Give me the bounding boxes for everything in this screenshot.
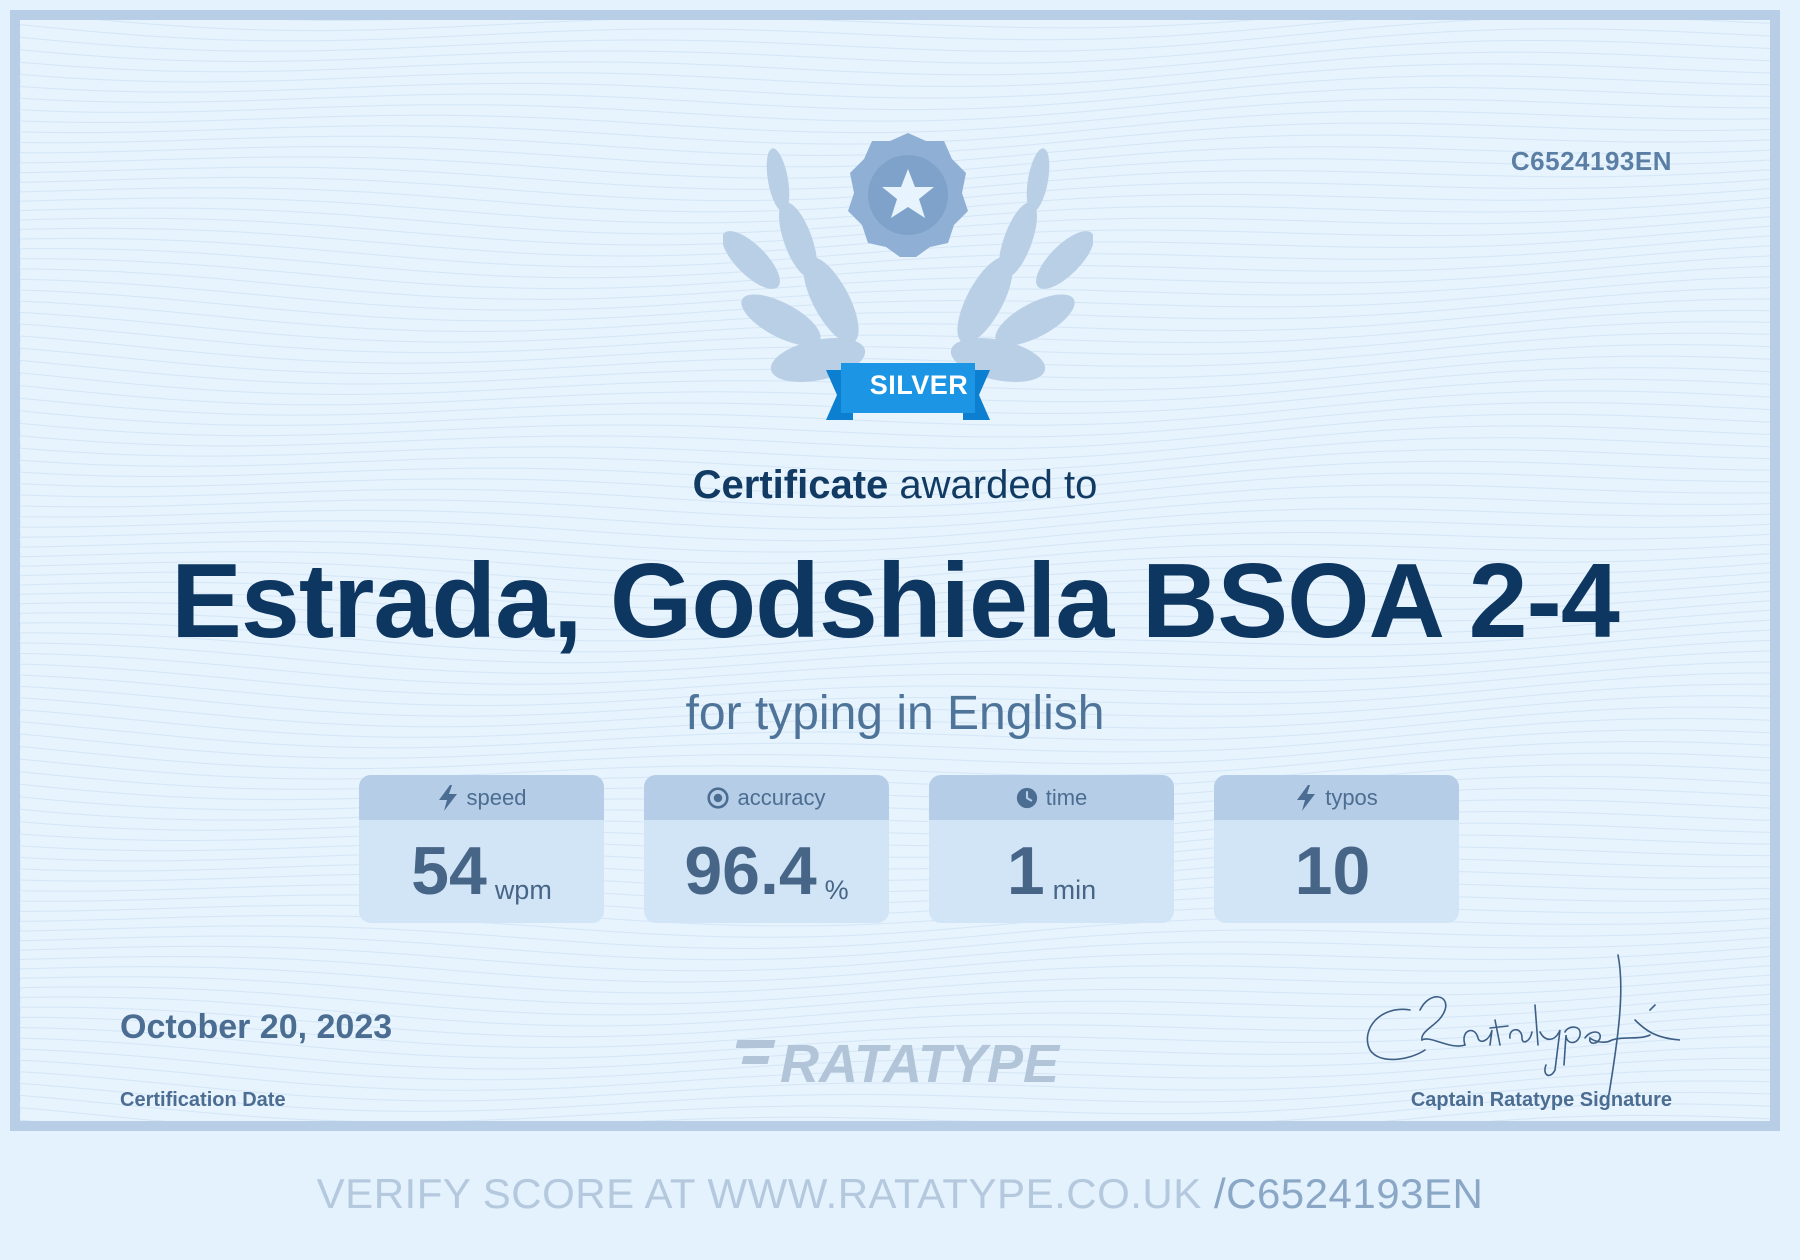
- stat-card-typos: typos 10: [1214, 775, 1459, 923]
- verify-code[interactable]: /C6524193EN: [1214, 1170, 1483, 1217]
- stat-label: time: [1045, 784, 1088, 810]
- stats-row: speed 54 wpm accuracy 96.4 % time 1 min …: [359, 775, 1459, 923]
- signature-image: [1366, 954, 1680, 1101]
- headline: Certificate awarded to: [20, 463, 1770, 508]
- stat-card-time: time 1 min: [929, 775, 1174, 923]
- signature-label: Captain Ratatype Signature: [1410, 1089, 1672, 1111]
- stat-label: accuracy: [737, 784, 826, 810]
- verify-footer: VERIFY SCORE AT WWW.RATATYPE.CO.UK /C652…: [0, 1170, 1800, 1218]
- stat-label: typos: [1325, 784, 1378, 810]
- badge-label: SILVER: [869, 370, 969, 400]
- stat-unit: min: [1052, 875, 1097, 905]
- certificate-code: C6524193EN: [1510, 146, 1672, 176]
- stat-unit: wpm: [494, 875, 552, 905]
- certification-date-label: Certification Date: [120, 1089, 286, 1111]
- stat-card-speed: speed 54 wpm: [359, 775, 604, 923]
- ratatype-logo: RATATYPE: [736, 1034, 1061, 1090]
- lightning-icon: [1297, 784, 1316, 811]
- headline-strong: Certificate: [692, 463, 889, 507]
- stat-unit: %: [824, 875, 849, 905]
- stat-value: 96.4: [684, 833, 817, 909]
- recipient-name: Estrada, Godshiela BSOA 2-4: [171, 542, 1620, 660]
- stat-value: 10: [1294, 833, 1371, 909]
- target-icon: [707, 786, 730, 809]
- certificate-subtitle: for typing in English: [685, 687, 1105, 740]
- stat-label: speed: [466, 784, 527, 810]
- headline-rest: awarded to: [899, 463, 1098, 507]
- verify-text: VERIFY SCORE AT WWW.RATATYPE.CO.UK: [316, 1170, 1202, 1217]
- stat-card-accuracy: accuracy 96.4 %: [644, 775, 889, 923]
- logo-text: RATATYPE: [780, 1034, 1061, 1090]
- certification-date: October 20, 2023: [120, 1008, 393, 1046]
- lightning-icon: [438, 784, 457, 811]
- clock-icon: [1016, 787, 1037, 808]
- stat-value: 1: [1006, 833, 1045, 909]
- certificate-frame: C6524193EN SILVER Certificate awarded to…: [10, 10, 1780, 1131]
- stat-value: 54: [411, 833, 487, 909]
